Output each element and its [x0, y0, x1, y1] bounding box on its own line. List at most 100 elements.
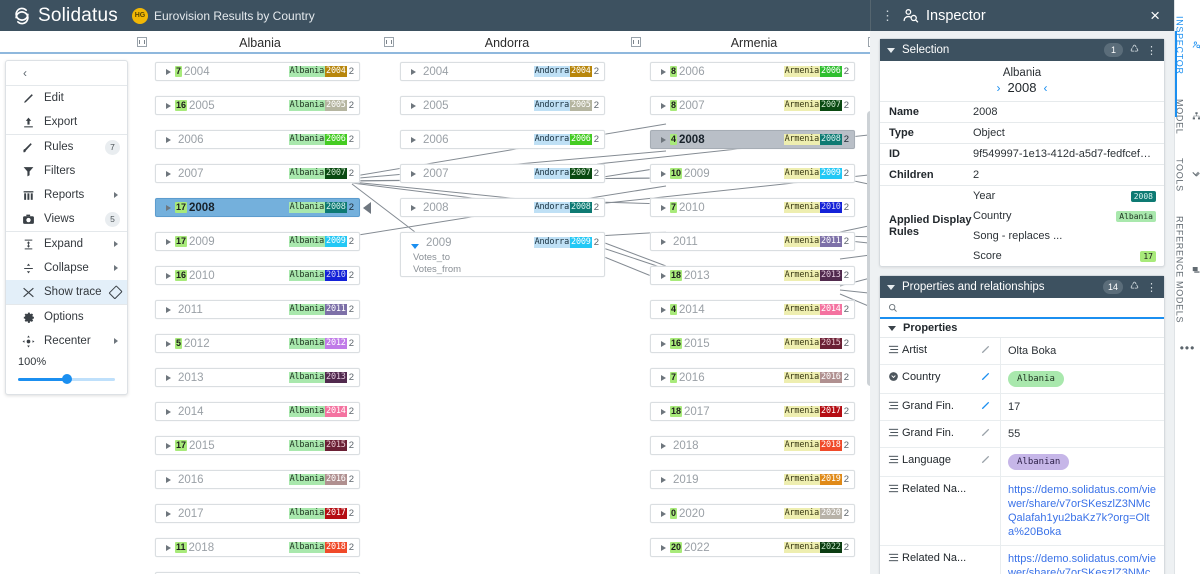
property-row[interactable]: Artist Olta Boka: [880, 338, 1164, 365]
property-link[interactable]: https://demo.solidatus.com/viewer/share/…: [1008, 484, 1156, 538]
graph-canvas[interactable]: 7 2004 Albania 2004 2 16 2005 Albania 2005 2 2006 A…: [0, 54, 878, 574]
property-link[interactable]: https://demo.solidatus.com/viewer/share/…: [1008, 553, 1156, 574]
chevron-right-icon[interactable]: [661, 340, 666, 347]
properties-card-header[interactable]: Properties and relationships 14 ♺ ⋮: [880, 276, 1164, 298]
menu-item-export[interactable]: Export: [6, 110, 127, 134]
kebab-icon[interactable]: ⋮: [1146, 281, 1157, 294]
kebab-icon[interactable]: ⋮: [1146, 44, 1157, 57]
property-row[interactable]: Related Na... https://demo.solidatus.com/…: [880, 546, 1164, 574]
chevron-right-icon[interactable]: [166, 306, 171, 313]
pencil-icon[interactable]: [980, 338, 1000, 358]
column-collapse-icon[interactable]: [631, 37, 641, 47]
chevron-right-icon[interactable]: [661, 544, 666, 551]
node-child-label[interactable]: Votes_from: [413, 264, 604, 276]
graph-node[interactable]: 2004 Andorra 2004 2: [400, 62, 605, 81]
chevron-down-icon[interactable]: [887, 47, 895, 53]
graph-node[interactable]: 17 2008 Albania 2008 2: [155, 198, 360, 217]
chevron-down-icon[interactable]: [887, 284, 895, 290]
graph-node[interactable]: 2011 Albania 2011 2: [155, 300, 360, 319]
pencil-icon[interactable]: [980, 421, 1000, 441]
graph-node[interactable]: 2014 Albania 2014 2: [155, 402, 360, 421]
rail-tab-tools[interactable]: TOOLS: [1175, 148, 1200, 206]
brand[interactable]: Solidatus: [0, 5, 118, 27]
chevron-right-icon[interactable]: [166, 340, 171, 347]
chevron-right-icon[interactable]: [661, 408, 666, 415]
graph-node[interactable]: 2017 Albania 2017 2: [155, 504, 360, 523]
chevron-right-icon[interactable]: [661, 102, 666, 109]
column-header-armenia[interactable]: Armenia: [625, 31, 883, 54]
chevron-right-icon[interactable]: [411, 204, 416, 211]
search-input[interactable]: [904, 301, 1156, 314]
chevron-right-icon[interactable]: [166, 476, 171, 483]
graph-node[interactable]: 4 2008 Armenia 2008 2: [650, 130, 855, 149]
property-row[interactable]: Related Na... https://demo.solidatus.com/…: [880, 477, 1164, 546]
graph-node[interactable]: 2018 Armenia 2018 2: [650, 436, 855, 455]
menu-item-recenter[interactable]: Recenter: [6, 329, 127, 353]
chevron-right-icon[interactable]: [661, 68, 666, 75]
graph-node[interactable]: 20 2022 Armenia 2022 2: [650, 538, 855, 557]
chevron-right-icon[interactable]: [166, 68, 171, 75]
zoom-slider[interactable]: [18, 373, 115, 385]
graph-node[interactable]: 8 2006 Armenia 2006 2: [650, 62, 855, 81]
graph-node[interactable]: 2019 Armenia 2019 2: [650, 470, 855, 489]
trace-toggle-icon[interactable]: [108, 284, 123, 300]
pencil-icon[interactable]: [980, 394, 1000, 414]
menu-item-rules[interactable]: Rules 7: [6, 135, 127, 159]
graph-node[interactable]: 4 2014 Armenia 2014 2: [650, 300, 855, 319]
column-header-albania[interactable]: Albania: [131, 31, 389, 54]
property-row[interactable]: Grand Fin. 55: [880, 421, 1164, 448]
chevron-right-icon[interactable]: [411, 102, 416, 109]
chevron-right-icon[interactable]: [411, 170, 416, 177]
column-collapse-icon[interactable]: [137, 37, 147, 47]
graph-node[interactable]: 16 2005 Albania 2005 2: [155, 96, 360, 115]
selection-prev-button[interactable]: ›: [997, 81, 1001, 95]
graph-node[interactable]: 16 2015 Armenia 2015 2: [650, 334, 855, 353]
graph-node[interactable]: 0 2020 Armenia 2020 2: [650, 504, 855, 523]
properties-group-header[interactable]: Properties: [880, 319, 1164, 338]
graph-node[interactable]: 2007 Andorra 2007 2: [400, 164, 605, 183]
menu-item-options[interactable]: Options: [6, 305, 127, 329]
chevron-right-icon[interactable]: [166, 510, 171, 517]
graph-node[interactable]: 2007 Albania 2007 2: [155, 164, 360, 183]
property-row[interactable]: Country Albania: [880, 365, 1164, 394]
menu-item-show-trace[interactable]: Show trace: [6, 280, 127, 304]
chevron-right-icon[interactable]: [661, 170, 666, 177]
selection-card-header[interactable]: Selection 1 ♺ ⋮: [880, 39, 1164, 61]
graph-node[interactable]: 8 2007 Armenia 2007 2: [650, 96, 855, 115]
chevron-right-icon[interactable]: [166, 442, 171, 449]
chevron-right-icon[interactable]: [166, 204, 171, 211]
chevron-right-icon[interactable]: [166, 544, 171, 551]
inspector-kebab-icon[interactable]: ⋮: [871, 9, 902, 22]
rail-tab-model[interactable]: MODEL: [1175, 89, 1200, 149]
graph-node[interactable]: 2013 Albania 2013 2: [155, 368, 360, 387]
chevron-right-icon[interactable]: [661, 306, 666, 313]
graph-node[interactable]: 7 2004 Albania 2004 2: [155, 62, 360, 81]
graph-node[interactable]: 7 2016 Armenia 2016 2: [650, 368, 855, 387]
rail-tab-inspector[interactable]: INSPECTOR: [1175, 6, 1200, 89]
chevron-right-icon[interactable]: [661, 136, 666, 143]
column-header-andorra[interactable]: Andorra: [378, 31, 636, 54]
pencil-icon[interactable]: [980, 365, 1000, 385]
graph-node[interactable]: 18 2013 Armenia 2013 2: [650, 266, 855, 285]
rail-tab-reference-models[interactable]: REFERENCE MODELS: [1175, 206, 1200, 337]
graph-node[interactable]: 2006 Albania 2006 2: [155, 130, 360, 149]
chevron-down-icon[interactable]: [411, 244, 419, 249]
chevron-right-icon[interactable]: [166, 374, 171, 381]
chevron-right-icon[interactable]: [166, 408, 171, 415]
chevron-right-icon[interactable]: [661, 374, 666, 381]
chevron-right-icon[interactable]: [661, 510, 666, 517]
refresh-icon[interactable]: ♺: [1130, 282, 1139, 292]
property-row[interactable]: Grand Fin. 17: [880, 394, 1164, 421]
chevron-right-icon[interactable]: [166, 170, 171, 177]
graph-node[interactable]: 11 2018 Albania 2018 2: [155, 538, 360, 557]
graph-node[interactable]: 10 2009 Armenia 2009 2: [650, 164, 855, 183]
menu-item-reports[interactable]: Reports: [6, 183, 127, 207]
chevron-right-icon[interactable]: [166, 136, 171, 143]
menu-item-filters[interactable]: Filters: [6, 159, 127, 183]
graph-node[interactable]: 2011 Armenia 2011 2: [650, 232, 855, 251]
graph-node[interactable]: 2016 Albania 2016 2: [155, 470, 360, 489]
chevron-right-icon[interactable]: [661, 272, 666, 279]
chevron-right-icon[interactable]: [661, 204, 666, 211]
chevron-right-icon[interactable]: [411, 68, 416, 75]
column-collapse-icon[interactable]: [384, 37, 394, 47]
